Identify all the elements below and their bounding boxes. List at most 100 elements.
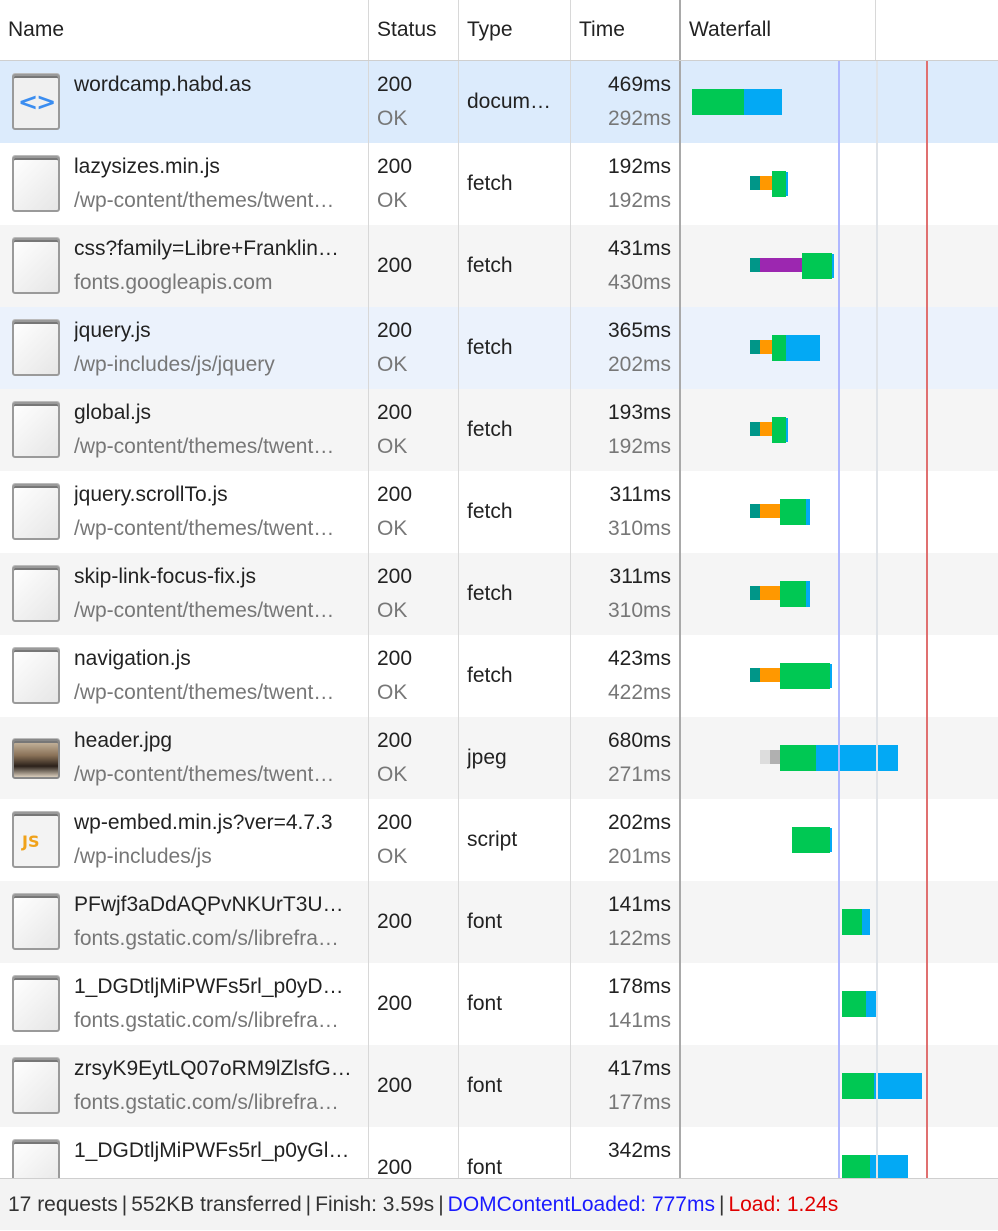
- request-type: script: [467, 828, 518, 851]
- latency: 192ms: [607, 189, 671, 212]
- status-cell: 200 OK: [369, 799, 459, 881]
- type-cell: fetch: [459, 471, 571, 553]
- time-cell: 342ms: [571, 1127, 681, 1178]
- name-cell: navigation.js /wp-content/themes/twent…: [0, 635, 369, 717]
- type-cell: font: [459, 1127, 571, 1178]
- request-row[interactable]: <> wordcamp.habd.as 200 OK docum… 469ms 2…: [0, 61, 998, 143]
- latency: 192ms: [607, 435, 671, 458]
- name-cell: JS wp-embed.min.js?ver=4.7.3 /wp-include…: [0, 799, 369, 881]
- status-code: 200: [377, 647, 413, 670]
- status-cell: 200 OK: [369, 717, 459, 799]
- latency: 292ms: [607, 107, 671, 130]
- latency: 422ms: [607, 681, 671, 704]
- name-cell: jquery.scrollTo.js /wp-content/themes/tw…: [0, 471, 369, 553]
- request-list: <> wordcamp.habd.as 200 OK docum… 469ms 2…: [0, 61, 998, 1178]
- name-cell: <> wordcamp.habd.as: [0, 61, 369, 143]
- request-row[interactable]: lazysizes.min.js /wp-content/themes/twen…: [0, 143, 998, 225]
- request-row[interactable]: header.jpg /wp-content/themes/twent… 200…: [0, 717, 998, 799]
- status-cell: 200 OK: [369, 635, 459, 717]
- status-cell: 200 OK: [369, 471, 459, 553]
- status-code: 200: [377, 155, 413, 178]
- latency: 271ms: [607, 763, 671, 786]
- file-icon: [12, 484, 60, 540]
- request-row[interactable]: skip-link-focus-fix.js /wp-content/theme…: [0, 553, 998, 635]
- waterfall-bar-connect: [760, 504, 781, 518]
- image-thumbnail-icon: [12, 739, 60, 779]
- total-time: 193ms: [607, 401, 671, 424]
- request-row[interactable]: jquery.scrollTo.js /wp-content/themes/tw…: [0, 471, 998, 553]
- request-name: skip-link-focus-fix.js: [74, 565, 257, 588]
- status-code: 200: [377, 910, 413, 933]
- column-header-waterfall[interactable]: Waterfall: [681, 0, 876, 60]
- latency: 310ms: [607, 599, 671, 622]
- load-time: Load: 1.24s: [728, 1193, 839, 1216]
- status-code: 200: [377, 992, 413, 1015]
- total-time: 342ms: [607, 1139, 671, 1162]
- request-name: jquery.scrollTo.js: [74, 483, 228, 506]
- type-cell: font: [459, 963, 571, 1045]
- request-row[interactable]: 1_DGDtljMiPWFs5rl_p0yGl… 200 font 342ms: [0, 1127, 998, 1178]
- waterfall-bar-dns: [750, 176, 761, 190]
- status-cell: 200 OK: [369, 143, 459, 225]
- status-code: 200: [377, 1156, 413, 1178]
- name-cell: header.jpg /wp-content/themes/twent…: [0, 717, 369, 799]
- waterfall-bar-download: [830, 664, 833, 688]
- request-name: PFwjf3aDdAQPvNKUrT3U…: [74, 893, 344, 916]
- request-row[interactable]: navigation.js /wp-content/themes/twent… …: [0, 635, 998, 717]
- separator: |: [121, 1193, 128, 1216]
- name-cell: global.js /wp-content/themes/twent…: [0, 389, 369, 471]
- type-cell: script: [459, 799, 571, 881]
- request-type: font: [467, 910, 503, 933]
- status-code: 200: [377, 811, 413, 834]
- waterfall-bar-waiting: [780, 581, 807, 607]
- total-time: 417ms: [607, 1057, 671, 1080]
- request-row[interactable]: zrsyK9EytLQ07oRM9lZlsfG… fonts.gstatic.c…: [0, 1045, 998, 1127]
- request-row[interactable]: JS wp-embed.min.js?ver=4.7.3 /wp-include…: [0, 799, 998, 881]
- total-time: 178ms: [607, 975, 671, 998]
- total-time: 311ms: [609, 483, 671, 506]
- request-type: docum…: [467, 90, 552, 113]
- request-row[interactable]: jquery.js /wp-includes/js/jquery 200 OK f…: [0, 307, 998, 389]
- status-cell: 200 OK: [369, 553, 459, 635]
- status-cell: 200: [369, 1127, 459, 1178]
- request-path: /wp-content/themes/twent…: [74, 517, 335, 540]
- request-type: fetch: [467, 582, 513, 605]
- request-name: css?family=Libre+Franklin…: [74, 237, 339, 260]
- type-cell: docum…: [459, 61, 571, 143]
- status-cell: 200: [369, 881, 459, 963]
- waterfall-bar-download: [744, 89, 782, 115]
- request-type: fetch: [467, 664, 513, 687]
- table-header: Name Status Type Time Waterfall: [0, 0, 998, 61]
- status-code: 200: [377, 729, 413, 752]
- status-text: OK: [377, 681, 408, 704]
- js-icon: JS: [12, 812, 60, 868]
- file-icon: [12, 238, 60, 294]
- column-header-status[interactable]: Status: [369, 0, 459, 60]
- status-code: 200: [377, 401, 413, 424]
- request-row[interactable]: global.js /wp-content/themes/twent… 200 O…: [0, 389, 998, 471]
- waterfall-bar-waiting: [842, 909, 862, 935]
- latency: 310ms: [607, 517, 671, 540]
- status-text: OK: [377, 845, 408, 868]
- latency: 201ms: [607, 845, 671, 868]
- request-name: global.js: [74, 401, 152, 424]
- request-row[interactable]: css?family=Libre+Franklin… fonts.googlea…: [0, 225, 998, 307]
- status-code: 200: [377, 1074, 413, 1097]
- waterfall-bar-queue: [759, 750, 770, 764]
- waterfall-bar-download: [831, 254, 834, 278]
- request-name: jquery.js: [74, 319, 151, 342]
- request-name: header.jpg: [74, 729, 173, 752]
- type-cell: fetch: [459, 553, 571, 635]
- status-code: 200: [377, 319, 413, 342]
- request-row[interactable]: 1_DGDtljMiPWFs5rl_p0yD… fonts.gstatic.co…: [0, 963, 998, 1045]
- column-header-type[interactable]: Type: [459, 0, 571, 60]
- type-cell: fetch: [459, 307, 571, 389]
- request-path: fonts.gstatic.com/s/librefra…: [74, 927, 339, 950]
- status-cell: 200 OK: [369, 389, 459, 471]
- status-code: 200: [377, 483, 413, 506]
- column-header-time[interactable]: Time: [571, 0, 681, 60]
- column-header-name[interactable]: Name: [0, 0, 369, 60]
- separator: |: [305, 1193, 312, 1216]
- request-row[interactable]: PFwjf3aDdAQPvNKUrT3U… fonts.gstatic.com/…: [0, 881, 998, 963]
- waterfall-bar-waiting: [802, 253, 832, 279]
